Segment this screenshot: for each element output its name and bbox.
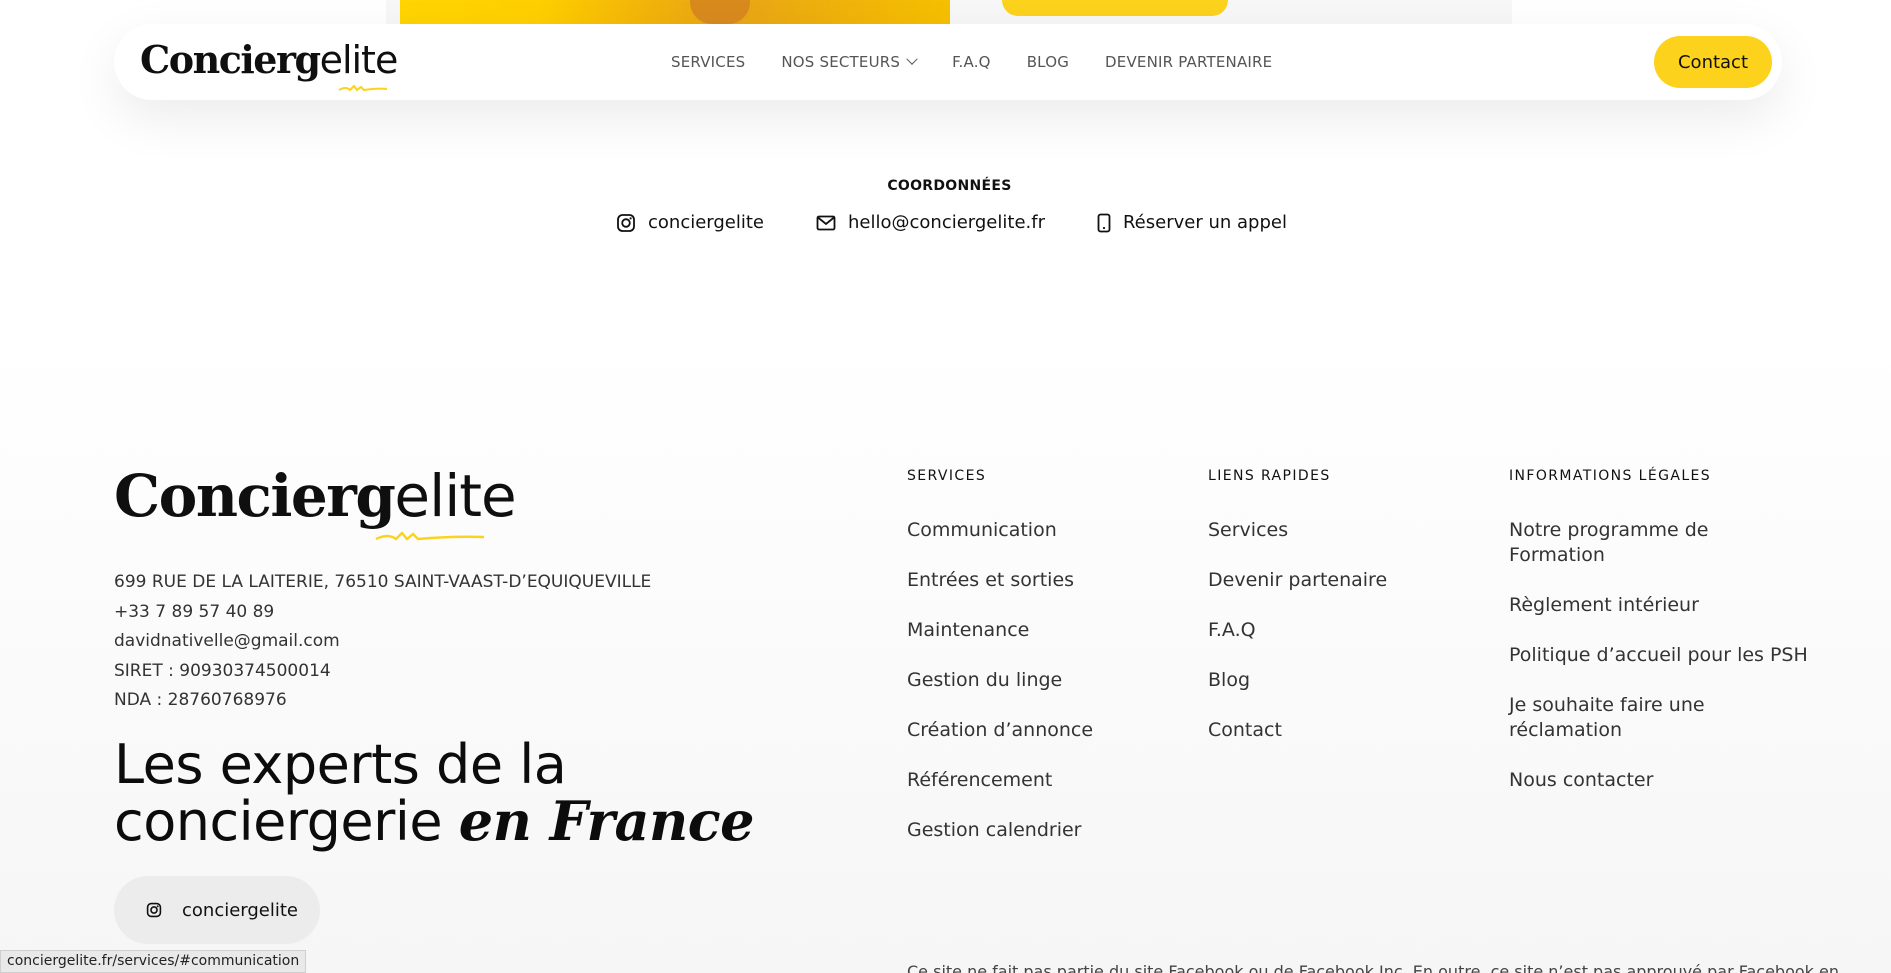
coord-instagram-label: conciergelite [648,212,765,233]
footer-link-devenir-partenaire[interactable]: Devenir partenaire [1208,568,1488,593]
footer-link-maintenance[interactable]: Maintenance [907,618,1187,643]
footer-link-nous-contacter[interactable]: Nous contacter [1509,768,1809,793]
nav-faq[interactable]: F.A.Q [952,53,991,71]
tagline-plain: conciergerie [114,790,443,853]
col-liens-title: LIENS RAPIDES [1208,468,1331,484]
facebook-disclaimer: Ce site ne fait pas partie du site Faceb… [907,962,1839,973]
hero-image [400,0,950,24]
mail-icon [816,215,836,230]
tagline-line-1: Les experts de la [114,733,567,796]
footer-link-reclamation[interactable]: Je souhaite faire une réclamation [1509,693,1809,743]
footer-tagline: Les experts de la conciergerie en France [114,736,754,850]
company-nda: NDA : 28760768976 [114,690,287,711]
logo-underline-icon [338,84,388,92]
footer-link-communication[interactable]: Communication [907,518,1187,543]
col-services-title: SERVICES [907,468,987,484]
coord-instagram-link[interactable]: conciergelite [616,212,764,233]
contact-button[interactable]: Contact [1654,36,1772,88]
instagram-icon [617,213,635,232]
company-email[interactable]: davidnativelle@gmail.com [114,627,651,657]
nav-blog[interactable]: BLOG [1027,53,1069,71]
main-nav: SERVICES NOS SECTEURS F.A.Q BLOG DEVENIR… [671,24,1272,100]
nav-devenir-partenaire[interactable]: DEVENIR PARTENAIRE [1105,53,1272,71]
footer-instagram-label: conciergelite [182,899,299,921]
footer-col-liens-rapides: LIENS RAPIDES Services Devenir partenair… [1208,468,1488,768]
site-logo[interactable]: Conciergelite [140,37,399,92]
phone-icon [1097,213,1111,232]
coord-email-label: hello@conciergelite.fr [848,212,1045,233]
browser-status-bar: conciergelite.fr/services/#communication [0,950,307,973]
tagline-line-2: conciergerie en France [114,790,754,853]
company-info: 699 RUE DE LA LAITERIE, 76510 SAINT-VAAS… [114,568,651,716]
hero-cta-button[interactable] [1002,0,1228,16]
footer-instagram-button[interactable]: conciergelite [114,876,320,944]
nav-nos-secteurs-label: NOS SECTEURS [781,53,901,71]
logo-text-bold: Concierg [140,37,321,82]
footer-link-entrees-sorties[interactable]: Entrées et sorties [907,568,1187,593]
footer-logo-text-bold: Concierg [114,462,396,530]
coordonnees-title: COORDONNÉES [887,178,1012,194]
col-legal-title: INFORMATIONS LÉGALES [1509,468,1712,484]
navbar: Conciergelite SERVICES NOS SECTEURS F.A.… [114,24,1782,100]
company-address: 699 RUE DE LA LAITERIE, 76510 SAINT-VAAS… [114,572,652,592]
footer-link-creation-annonce[interactable]: Création d’annonce [907,718,1187,743]
footer-link-reglement-interieur[interactable]: Règlement intérieur [1509,593,1809,618]
footer-col-services: SERVICES Communication Entrées et sortie… [907,468,1187,868]
coord-call-link[interactable]: Réserver un appel [1097,212,1287,233]
company-phone[interactable]: +33 7 89 57 40 89 [114,598,651,628]
footer-logo[interactable]: Conciergelite [114,462,517,541]
logo-text-light: elite [319,38,399,82]
footer-link-blog[interactable]: Blog [1208,668,1488,693]
instagram-icon [146,902,162,918]
footer-link-faq[interactable]: F.A.Q [1208,618,1488,643]
footer-link-services[interactable]: Services [1208,518,1488,543]
footer-link-contact[interactable]: Contact [1208,718,1488,743]
nav-services[interactable]: SERVICES [671,53,745,71]
nav-nos-secteurs[interactable]: NOS SECTEURS [781,53,918,71]
tagline-emphasis: en France [458,789,755,853]
coord-email-link[interactable]: hello@conciergelite.fr [816,212,1045,233]
footer-link-gestion-calendrier[interactable]: Gestion calendrier [907,818,1187,843]
chevron-down-icon [906,53,918,65]
coordonnees-row: conciergelite hello@conciergelite.fr Rés… [616,212,1287,233]
footer-link-referencement[interactable]: Référencement [907,768,1187,793]
hero-figure [690,0,750,24]
logo-underline-icon [375,531,485,541]
footer-link-programme-formation[interactable]: Notre programme de Formation [1509,518,1809,568]
footer-link-gestion-linge[interactable]: Gestion du linge [907,668,1187,693]
footer-col-informations-legales: INFORMATIONS LÉGALES Notre programme de … [1509,468,1809,818]
footer-link-politique-psh[interactable]: Politique d’accueil pour les PSH [1509,643,1809,668]
company-siret: SIRET : 90930374500014 [114,660,331,681]
footer-logo-text-light: elite [394,462,516,530]
coord-call-label: Réserver un appel [1122,212,1287,233]
